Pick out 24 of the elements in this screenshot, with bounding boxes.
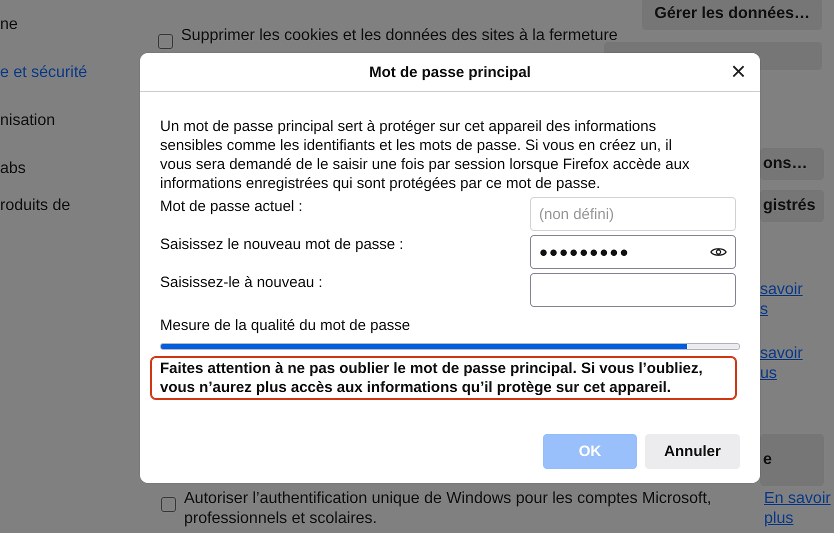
learn-more-link[interactable]: savoir s bbox=[760, 280, 803, 320]
warning-message: Faites attention à ne pas oublier le mot de passe principal. Si vous l’oubliez, vous n’aurez plus accès aux informations qu’il protège sur cet appareil. bbox=[150, 356, 737, 400]
settings-button[interactable]: ons… bbox=[760, 148, 824, 180]
learn-more-link[interactable]: savoir us bbox=[760, 344, 803, 384]
close-button[interactable]: × bbox=[728, 59, 748, 83]
password-field[interactable] bbox=[530, 273, 736, 307]
show-password-icon[interactable] bbox=[710, 246, 727, 258]
dialog-title: Mot de passe principal bbox=[369, 64, 531, 80]
field-label: Saisissez le nouveau mot de passe : bbox=[160, 235, 404, 254]
field-label: Saisissez-le à nouveau : bbox=[160, 273, 323, 292]
password-field[interactable]: ●●●●●●●●● bbox=[530, 235, 736, 269]
checkbox[interactable] bbox=[158, 34, 173, 49]
meter-label: Mesure de la qualité du mot de passe bbox=[160, 316, 412, 335]
settings-button[interactable]: e bbox=[760, 434, 824, 486]
learn-more-link[interactable]: En savoir plus bbox=[764, 489, 834, 529]
checkbox[interactable] bbox=[161, 497, 176, 512]
dialog-button[interactable]: Annuler bbox=[645, 434, 740, 469]
nav-item[interactable]: ne bbox=[0, 15, 146, 35]
field-label: Mot de passe actuel : bbox=[160, 197, 303, 216]
option-label: Autoriser l’authentification unique de Windows pour les comptes Microsoft, professionnels et scolaires. bbox=[184, 489, 712, 529]
settings-button[interactable]: gistrés bbox=[760, 190, 824, 222]
description-text: Un mot de passe principal sert à protéger sur cet appareil des informations sensibles comme les identifiants et les mots de passe. Si vous en créez un, il vous sera demandé de le saisir une fois par session lorsque Firefox accède aux informations enregistrées qui sont protégées par ce mot de passe. bbox=[160, 117, 690, 193]
manage-data-button[interactable]: Gérer les données… bbox=[642, 0, 822, 30]
option-label: Supprimer les cookies et les données des sites à la fermeture bbox=[181, 26, 618, 46]
